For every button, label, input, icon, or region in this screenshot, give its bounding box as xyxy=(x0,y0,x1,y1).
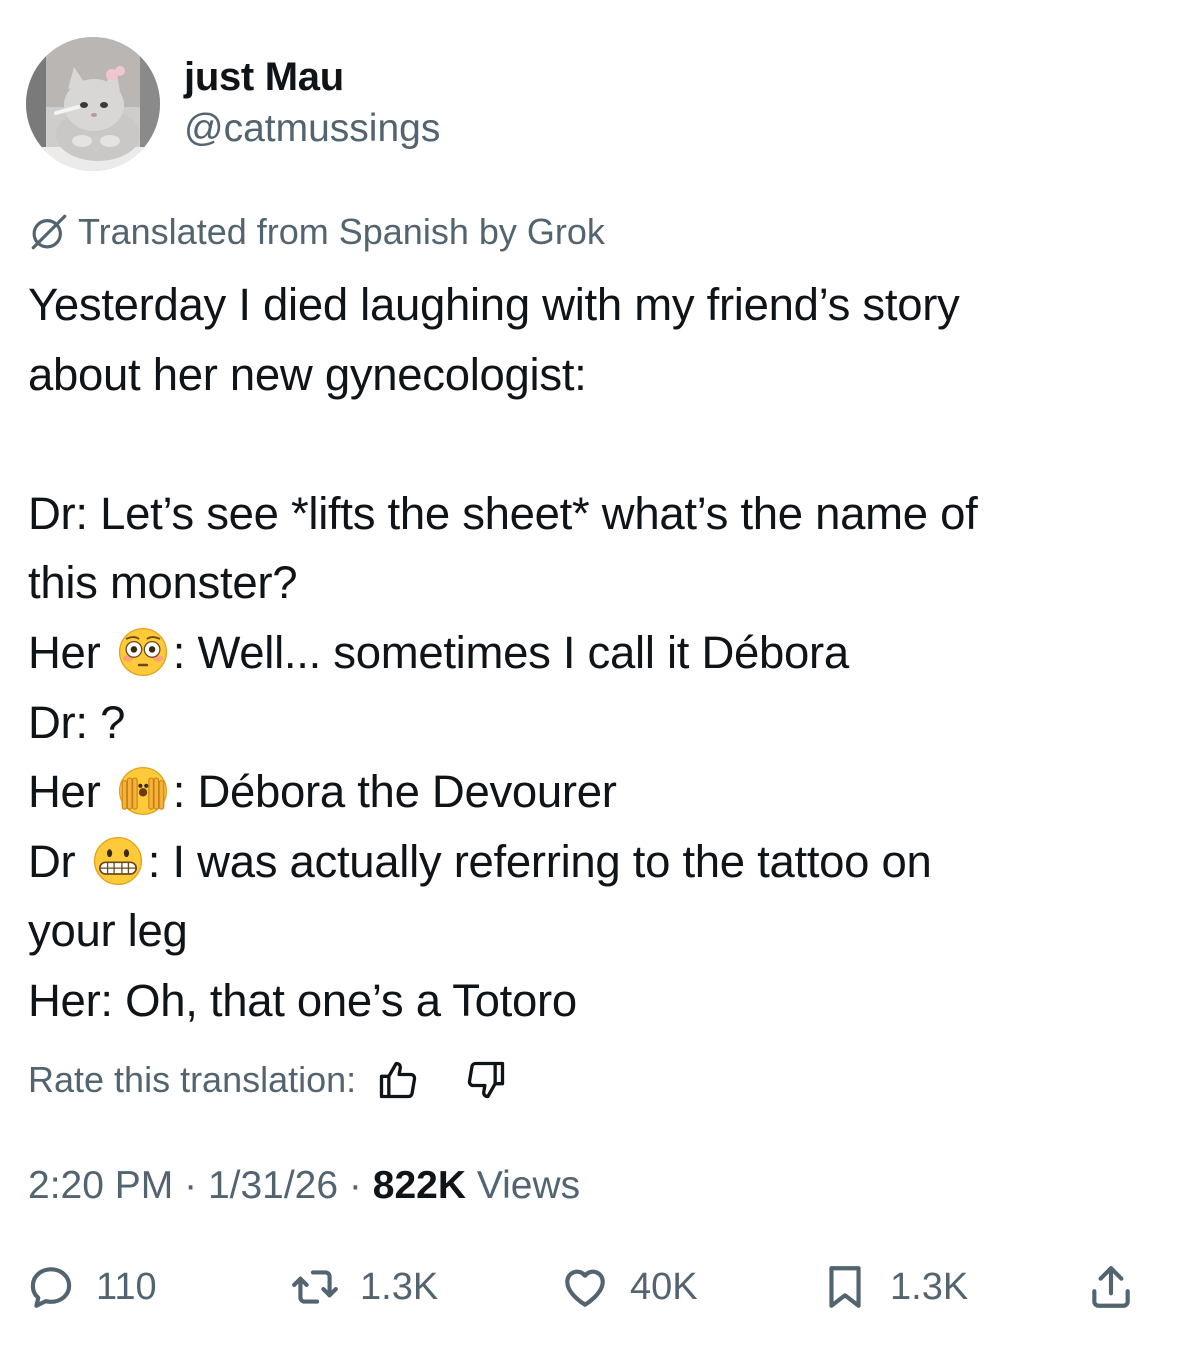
tweet-line: Her : Débora the Devourer xyxy=(28,757,1153,827)
tweet-line: Yesterday I died laughing with my friend… xyxy=(28,279,960,330)
repost-count: 1.3K xyxy=(360,1265,439,1308)
tweet-line: Dr: Let’s see *lifts the sheet* what’s t… xyxy=(28,487,978,539)
thumbs-up-icon[interactable] xyxy=(376,1058,420,1102)
bookmark-count: 1.3K xyxy=(890,1265,969,1308)
avatar-cat-image xyxy=(26,37,160,171)
rate-translation-label: Rate this translation: xyxy=(28,1059,357,1100)
tweet-text: Yesterday I died laughing with my friend… xyxy=(28,270,1153,1036)
repost-button[interactable]: 1.3K xyxy=(290,1262,438,1312)
speaker-her-line-text: : Well... sometimes I call it Débora xyxy=(172,626,849,678)
share-icon xyxy=(1092,1266,1130,1308)
speaker-her: Her xyxy=(28,626,101,678)
tweet-line: this monster? xyxy=(28,557,298,609)
meta-separator: · xyxy=(348,1164,362,1207)
tweet-date[interactable]: 1/31/26 xyxy=(208,1164,338,1207)
user-handle[interactable]: @catmussings xyxy=(184,104,440,154)
avatar[interactable] xyxy=(26,37,160,171)
bookmark-icon xyxy=(829,1266,861,1308)
thumbs-down-icon[interactable] xyxy=(464,1058,508,1102)
tweet-line: your leg xyxy=(28,905,188,957)
translation-note: Translated from Spanish by Grok xyxy=(28,207,605,257)
grimacing-face-emoji xyxy=(93,836,142,885)
reply-icon xyxy=(30,1267,72,1308)
speaker-dr: Dr xyxy=(28,835,76,887)
views-label: Views xyxy=(476,1164,581,1207)
like-button[interactable]: 40K xyxy=(560,1262,698,1312)
bookmark-button[interactable]: 1.3K xyxy=(820,1262,968,1312)
tweet-line: Her : Well... sometimes I call it Débora xyxy=(28,618,1153,688)
tweet-time[interactable]: 2:20 PM xyxy=(28,1164,173,1207)
display-name[interactable]: just Mau xyxy=(184,52,344,102)
tweet-detail: just Mau @catmussings Translated from Sp… xyxy=(0,0,1179,1357)
translation-note-text: Translated from Spanish by Grok xyxy=(78,211,605,252)
tweet-line: about her new gynecologist: xyxy=(28,348,587,400)
speaker-her-line-text: : Débora the Devourer xyxy=(172,766,617,818)
tweet-line-blank xyxy=(28,409,1153,479)
repost-icon xyxy=(292,1270,338,1304)
speaker-her: Her xyxy=(28,766,101,818)
heart-icon xyxy=(565,1269,605,1307)
tweet-meta: 2:20 PM · 1/31/26 · 822K Views xyxy=(28,1160,580,1212)
reply-button[interactable]: 110 xyxy=(26,1262,157,1312)
grok-icon xyxy=(31,214,67,250)
tweet-line: Dr : I was actually referring to the tat… xyxy=(28,827,1153,897)
share-button[interactable] xyxy=(1086,1262,1136,1312)
reply-count: 110 xyxy=(96,1265,157,1308)
face-with-hands-over-face-emoji xyxy=(118,767,167,816)
views-count: 822K xyxy=(372,1164,466,1207)
tweet-line: Dr: ? xyxy=(28,696,126,748)
tweet-line: Her: Oh, that one’s a Totoro xyxy=(28,974,577,1026)
meta-separator: · xyxy=(184,1164,198,1207)
rate-translation: Rate this translation: xyxy=(28,1057,508,1103)
speaker-dr-line-text: : I was actually referring to the tattoo… xyxy=(147,835,932,887)
like-count: 40K xyxy=(630,1265,698,1308)
flushed-face-emoji xyxy=(118,627,167,677)
